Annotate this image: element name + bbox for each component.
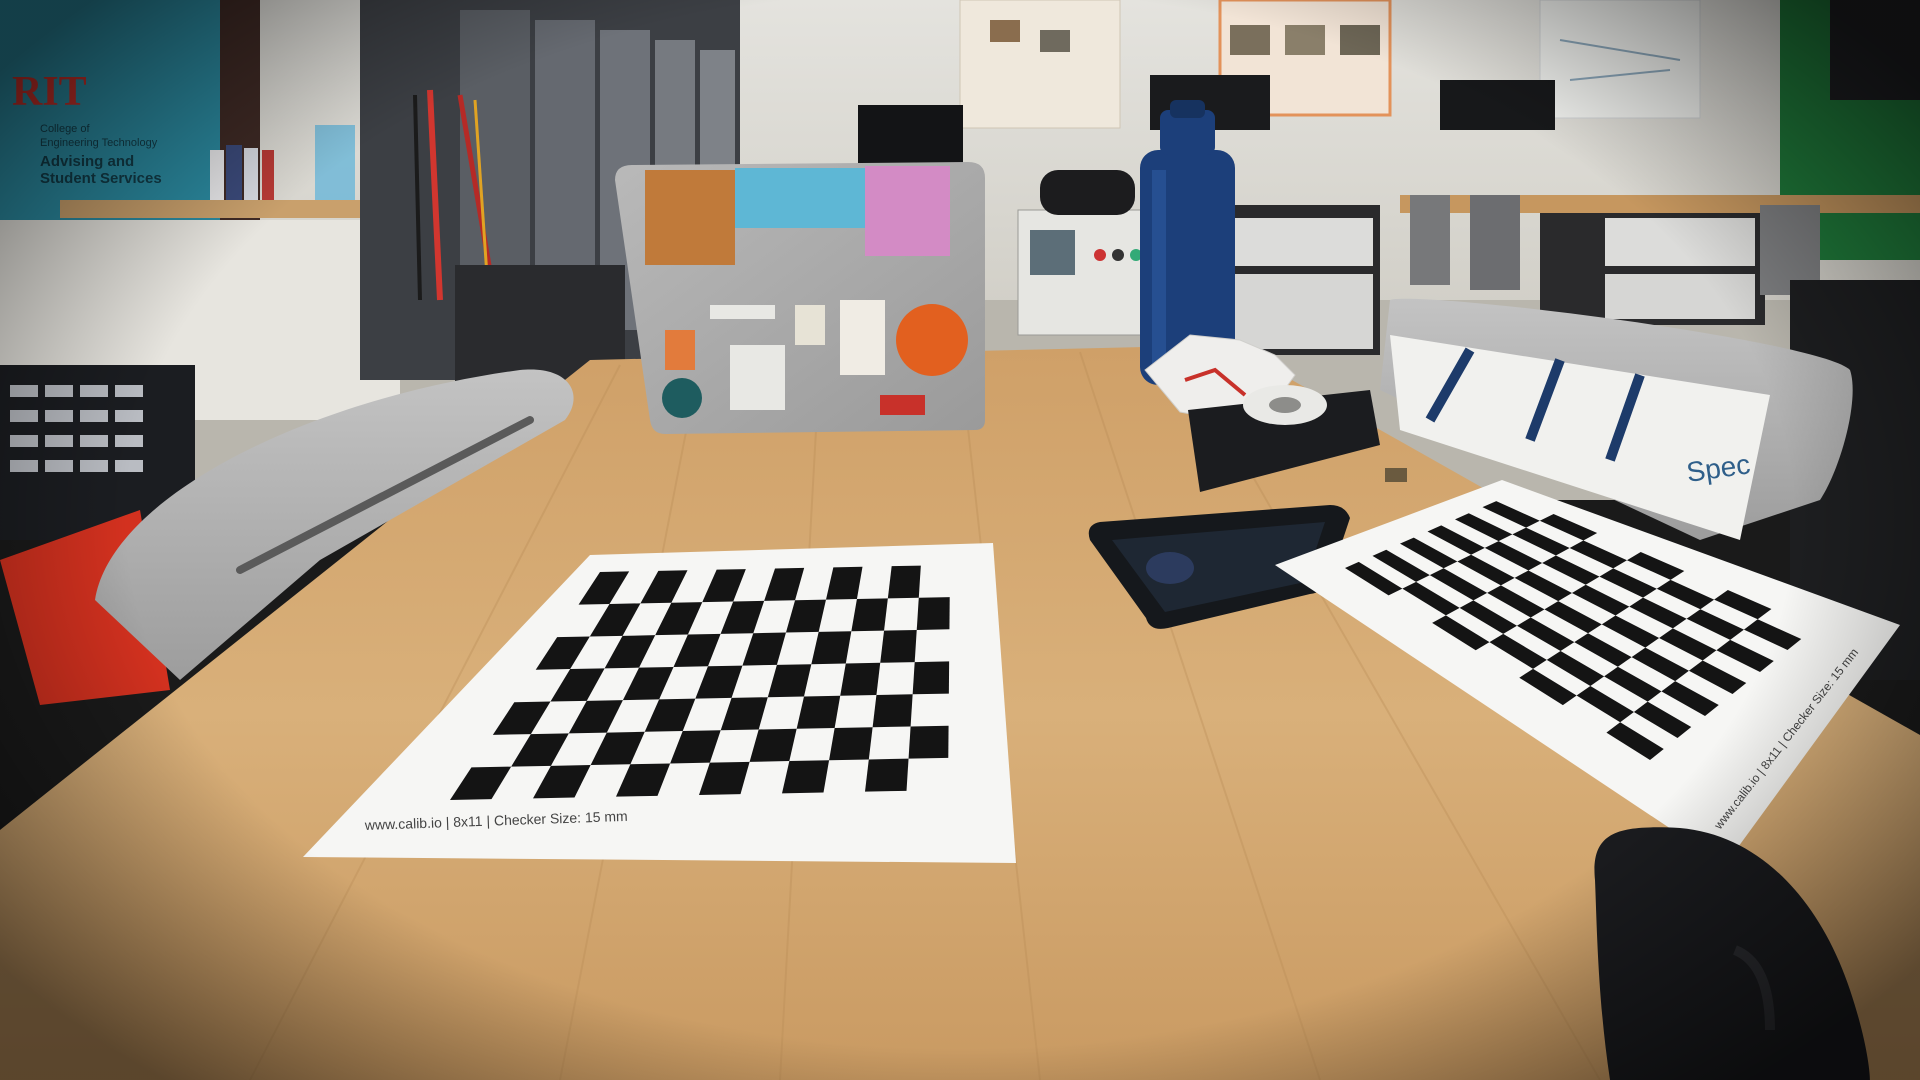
checker-left-square: [851, 598, 888, 632]
checker-left-square: [796, 695, 841, 729]
checker-left-square: [840, 662, 881, 696]
sign-line-1: College of: [40, 123, 90, 135]
checker-left-square: [872, 694, 913, 728]
small-eraser: [1385, 468, 1407, 482]
sign-logo: RIT: [12, 69, 87, 115]
checker-left-square: [908, 725, 949, 759]
equipment-cover: [1040, 170, 1135, 215]
checker-left-square: [829, 727, 873, 761]
drawer-cabinet-center: [1215, 205, 1380, 355]
wall-shelf: [60, 200, 380, 218]
sign-line-4: Student Services: [40, 170, 162, 187]
photo-scene: RIT College of Engineering Technology Ad…: [0, 0, 1920, 1080]
laptop: [615, 162, 985, 434]
checker-left-square: [865, 758, 909, 792]
wall-tv: [1830, 0, 1920, 100]
checker-left-square: [880, 629, 917, 663]
sign-line-3: Advising and: [40, 153, 134, 170]
power-supply: [1017, 209, 1149, 336]
drawer-cabinet-right: [1540, 205, 1765, 325]
checker-left-square: [916, 597, 950, 630]
sign-line-2: Engineering Technology: [40, 137, 158, 149]
checker-left-square: [912, 661, 950, 695]
checker-left-square: [887, 565, 921, 599]
checker-left-square: [782, 760, 830, 794]
wall-posters: [959, 0, 1701, 129]
